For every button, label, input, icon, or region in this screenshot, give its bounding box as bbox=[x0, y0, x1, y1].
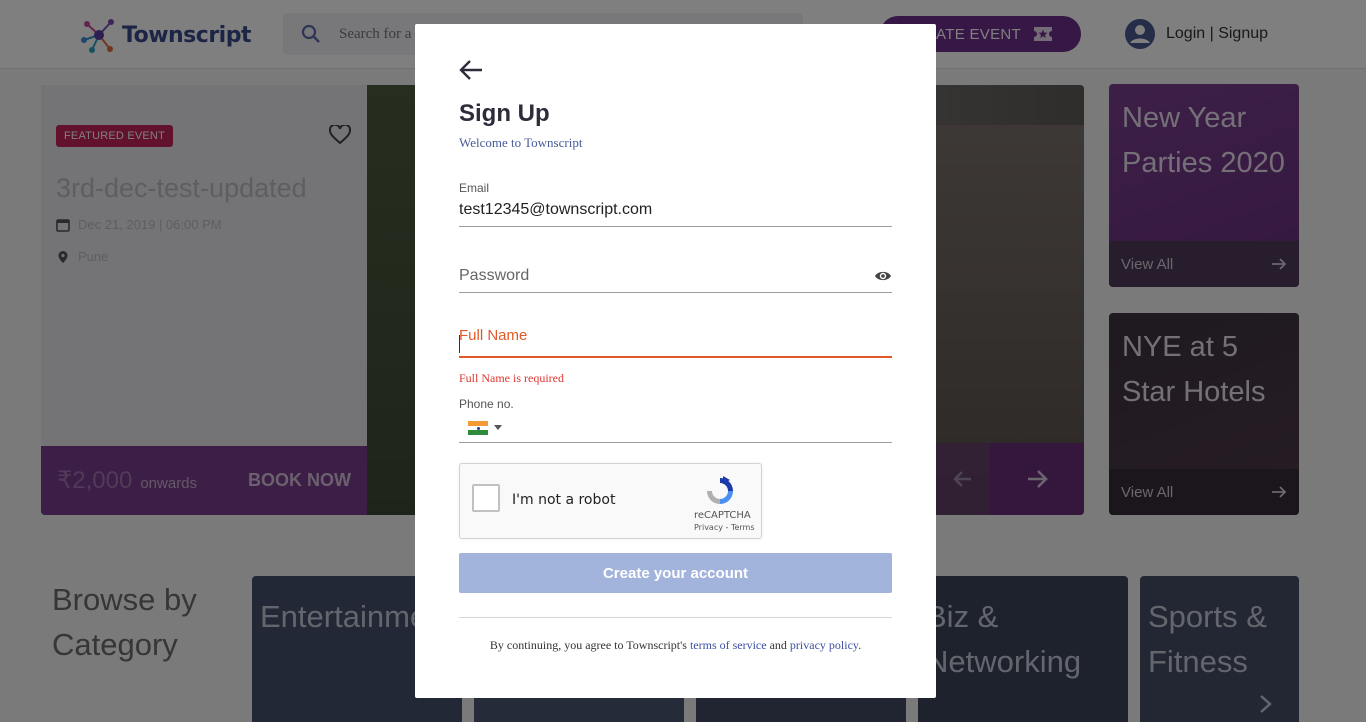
full-name-underline bbox=[459, 356, 892, 358]
recaptcha-logo-icon bbox=[707, 476, 733, 504]
recaptcha-label: I'm not a robot bbox=[512, 492, 616, 508]
phone-input-row[interactable] bbox=[459, 420, 892, 436]
modal-subtitle: Welcome to Townscript bbox=[459, 135, 583, 150]
full-name-error: Full Name is required bbox=[459, 371, 564, 385]
terms-of-service-link[interactable]: terms of service bbox=[690, 638, 767, 652]
recaptcha-privacy-terms[interactable]: Privacy - Terms bbox=[694, 523, 755, 532]
email-underline bbox=[459, 226, 892, 227]
phone-label: Phone no. bbox=[459, 397, 514, 411]
india-flag-icon[interactable] bbox=[468, 421, 488, 436]
privacy-policy-link[interactable]: privacy policy bbox=[790, 638, 858, 652]
terms-text: By continuing, you agree to Townscript's… bbox=[415, 638, 936, 653]
phone-underline bbox=[459, 442, 892, 443]
modal-title: Sign Up bbox=[459, 100, 550, 127]
password-field[interactable]: Password bbox=[459, 267, 892, 293]
password-underline bbox=[459, 292, 892, 293]
signup-modal: Sign Up Welcome to Townscript Email test… bbox=[415, 24, 936, 698]
full-name-field[interactable]: Full Name bbox=[459, 327, 892, 358]
terms-and: and bbox=[766, 638, 790, 652]
divider bbox=[459, 617, 892, 618]
create-account-button[interactable]: Create your account bbox=[459, 553, 892, 593]
text-cursor bbox=[459, 335, 460, 353]
recaptcha-widget: I'm not a robot reCAPTCHA Privacy - Term… bbox=[459, 463, 762, 539]
recaptcha-brand: reCAPTCHA bbox=[694, 510, 751, 521]
back-arrow-icon[interactable] bbox=[459, 59, 483, 81]
email-field[interactable]: Email test12345@townscript.com bbox=[459, 181, 892, 227]
email-input[interactable]: test12345@townscript.com bbox=[459, 201, 892, 219]
terms-prefix: By continuing, you agree to Townscript's bbox=[489, 638, 690, 652]
dropdown-caret-icon[interactable] bbox=[494, 425, 502, 431]
terms-suffix: . bbox=[858, 638, 862, 652]
email-label: Email bbox=[459, 181, 490, 195]
phone-field[interactable]: Phone no. bbox=[459, 397, 892, 443]
password-input[interactable]: Password bbox=[459, 267, 892, 285]
recaptcha-checkbox[interactable] bbox=[472, 484, 500, 512]
eye-icon[interactable] bbox=[874, 269, 892, 283]
full-name-input[interactable]: Full Name bbox=[459, 327, 892, 344]
